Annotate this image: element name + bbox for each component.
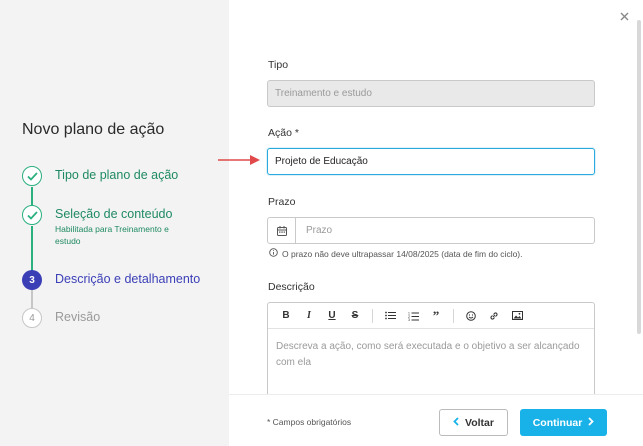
toolbar-divider <box>372 308 373 323</box>
prazo-label: Prazo <box>268 196 296 208</box>
prazo-placeholder: Prazo <box>306 225 333 236</box>
numbered-list-icon[interactable]: 123 <box>403 306 423 326</box>
acao-input[interactable]: Projeto de Educação <box>267 148 595 175</box>
stepper-connector <box>31 187 33 207</box>
link-icon[interactable] <box>484 306 504 326</box>
bullet-list-icon[interactable] <box>380 306 400 326</box>
annotation-arrow-icon <box>218 155 260 165</box>
prazo-hint-text: O prazo não deve ultrapassar 14/08/2025 … <box>282 248 523 259</box>
bold-icon[interactable]: B <box>276 306 296 326</box>
toolbar-divider <box>453 308 454 323</box>
calendar-icon[interactable] <box>268 218 296 243</box>
prazo-hint: O prazo não deve ultrapassar 14/08/2025 … <box>269 248 523 259</box>
step-label: Seleção de conteúdo <box>55 207 173 221</box>
check-icon <box>22 205 42 225</box>
continue-button[interactable]: Continuar <box>520 409 607 436</box>
descricao-label: Descrição <box>268 281 315 293</box>
italic-icon[interactable]: I <box>299 306 319 326</box>
step-sublabel: Habilitada para Treinamento e estudo <box>55 224 169 246</box>
descricao-placeholder: Descreva a ação, como será executada e o… <box>276 341 580 368</box>
dialog-footer: * Campos obrigatórios Voltar Continuar <box>229 394 643 446</box>
prazo-date-picker[interactable]: Prazo <box>267 217 595 244</box>
underline-icon[interactable]: U <box>322 306 342 326</box>
step-label: Revisão <box>55 310 101 324</box>
close-icon[interactable] <box>617 9 631 23</box>
step-number: 4 <box>22 308 42 328</box>
quote-icon[interactable]: ” <box>426 306 446 326</box>
step-number: 3 <box>22 270 42 290</box>
check-icon <box>22 166 42 186</box>
info-icon <box>269 248 278 259</box>
tipo-label: Tipo <box>268 59 289 71</box>
back-button-label: Voltar <box>465 416 494 429</box>
stepper-sidebar: Novo plano de ação Tipo de plano de ação… <box>0 0 229 446</box>
emoji-icon[interactable] <box>461 306 481 326</box>
back-button[interactable]: Voltar <box>439 409 508 436</box>
tipo-field: Treinamento e estudo <box>267 80 595 107</box>
stepper-connector <box>31 226 33 271</box>
continue-button-label: Continuar <box>532 416 583 429</box>
step-label: Descrição e detalhamento <box>55 272 201 286</box>
dialog-title: Novo plano de ação <box>22 121 165 138</box>
step-label: Tipo de plano de ação <box>55 168 179 182</box>
strikethrough-icon[interactable]: S <box>345 306 365 326</box>
editor-toolbar: B I U S 123 ” <box>268 303 594 329</box>
scrollbar[interactable] <box>637 20 641 334</box>
required-note: * Campos obrigatórios <box>267 417 352 427</box>
acao-label: Ação * <box>268 127 299 139</box>
image-icon[interactable] <box>507 306 527 326</box>
chevron-right-icon <box>588 416 595 429</box>
stepper-connector <box>31 289 33 309</box>
chevron-left-icon <box>453 416 459 429</box>
svg-text:3: 3 <box>408 318 410 321</box>
